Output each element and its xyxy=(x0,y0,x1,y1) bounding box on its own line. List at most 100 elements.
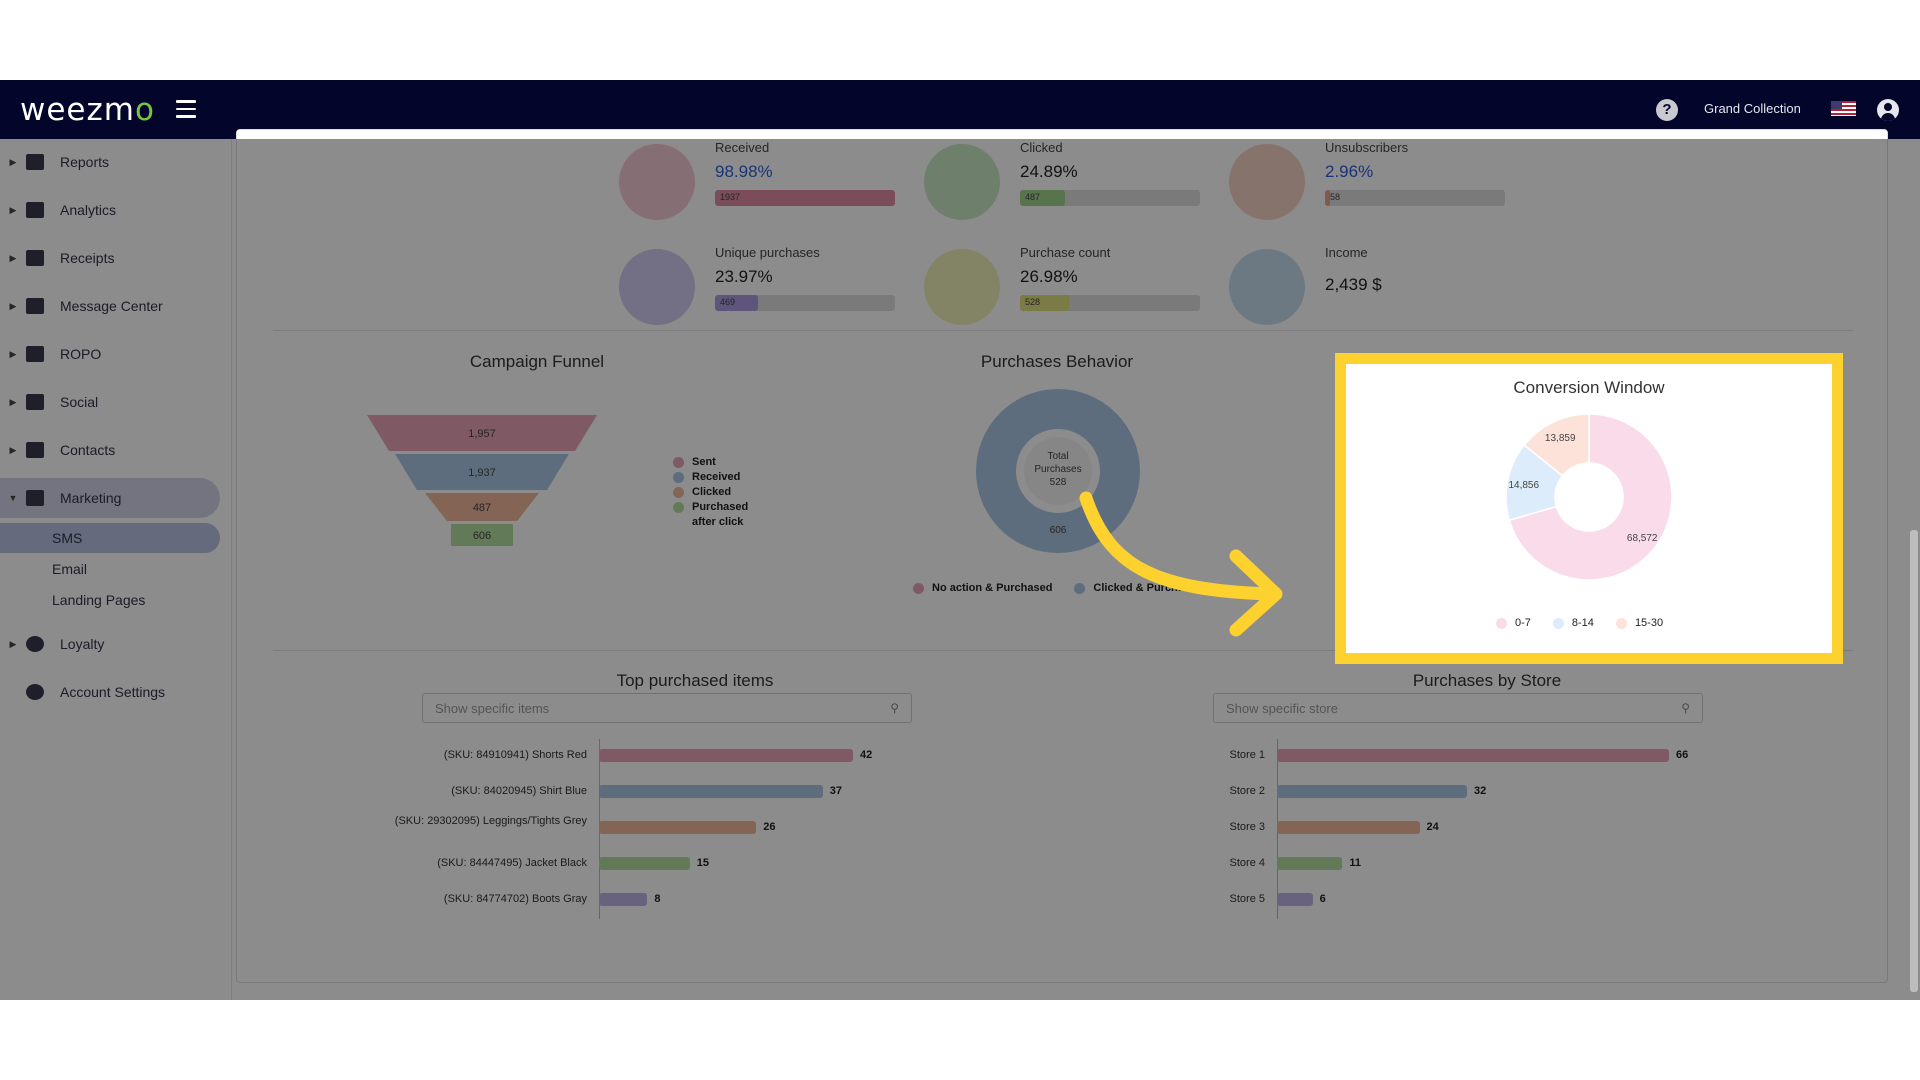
sidebar-item-marketing[interactable]: ▼ Marketing xyxy=(0,478,220,518)
sidebar-item-loyalty[interactable]: ▶ Loyalty xyxy=(0,624,220,664)
weezmo-logo[interactable]: weezmo xyxy=(20,92,155,128)
sidebar-item-analytics[interactable]: ▶ Analytics xyxy=(0,190,220,230)
hand-click-icon xyxy=(924,144,1000,220)
user-avatar-icon[interactable] xyxy=(1877,99,1899,121)
sidebar-subitem-landing-pages[interactable]: Landing Pages xyxy=(0,585,220,615)
bar[interactable] xyxy=(599,749,853,762)
legend-label: Purchased after click xyxy=(692,501,749,528)
us-flag-icon[interactable] xyxy=(1831,101,1856,116)
bar-value-label: 8 xyxy=(654,893,661,905)
bar-category-label: (SKU: 84774702) Boots Gray xyxy=(443,893,587,905)
caret-right-icon: ▶ xyxy=(9,638,17,649)
behavior-center-text: Total xyxy=(1047,451,1068,462)
bar[interactable] xyxy=(599,893,648,906)
legend-label: Received xyxy=(692,471,741,483)
items-search-input[interactable]: Show specific items ⚲ xyxy=(422,693,912,723)
people-icon xyxy=(26,394,44,410)
help-icon[interactable]: ? xyxy=(1656,99,1678,121)
infinity-icon xyxy=(26,346,44,362)
bar-category-label: (SKU: 29302095) Leggings/Tights Grey xyxy=(394,815,587,827)
caret-right-icon[interactable]: ▶ xyxy=(0,397,26,408)
search-icon[interactable]: ⚲ xyxy=(890,701,899,715)
megaphone-icon xyxy=(26,490,44,506)
store-title: Purchases by Store xyxy=(1412,671,1562,690)
analytics-icon xyxy=(26,202,44,218)
bar-category-label: Store 5 xyxy=(1229,893,1265,905)
sidebar-item-ropo[interactable]: ▶ ROPO xyxy=(0,334,220,374)
funnel-legend-item: Sent xyxy=(673,455,793,470)
conversion-legend-item[interactable]: 15-30 xyxy=(1615,617,1664,629)
kpi-progress-bar: 1937 xyxy=(715,190,895,206)
legend-dot xyxy=(913,582,924,594)
caret-right-icon[interactable]: ▶ xyxy=(0,253,26,264)
legend-label: No action & Purchased xyxy=(932,582,1053,594)
conversion-legend-item[interactable]: 0-7 xyxy=(1496,617,1531,629)
caret-down-icon[interactable]: ▼ xyxy=(0,493,26,503)
sidebar-item-label: Message Center xyxy=(60,298,163,314)
bar-category-label: (SKU: 84910941) Shorts Red xyxy=(443,749,587,761)
legend-dot xyxy=(673,502,684,513)
funnel-step-label: 487 xyxy=(473,502,491,514)
kpi-label: Income xyxy=(1325,245,1368,260)
bar-category-label: Store 4 xyxy=(1229,857,1265,869)
sidebar-item-message-center[interactable]: ▶ Message Center xyxy=(0,286,220,326)
behavior-value-label: 606 xyxy=(1050,525,1067,536)
menu-icon[interactable] xyxy=(176,100,196,118)
tag-icon xyxy=(26,636,44,652)
bar[interactable] xyxy=(1277,893,1313,906)
kpi-bar-value: 469 xyxy=(720,297,736,307)
sidebar-subitem-email[interactable]: Email xyxy=(0,554,220,584)
bar[interactable] xyxy=(599,821,757,834)
caret-right-icon[interactable]: ▶ xyxy=(0,301,26,312)
kpi-unique-purchases: Unique purchases 23.97% 469 xyxy=(619,245,919,335)
bar-value-label: 37 xyxy=(829,785,842,797)
kpi-progress-bar: 528 xyxy=(1020,295,1200,311)
legend-label: 0-7 xyxy=(1515,617,1531,629)
legend-dot xyxy=(1615,617,1627,629)
kpi-label: Purchase count xyxy=(1020,245,1111,260)
account-name[interactable]: Grand Collection xyxy=(1704,101,1801,116)
bar[interactable] xyxy=(599,785,823,798)
bar[interactable] xyxy=(1277,749,1669,762)
bar-category-label: Store 3 xyxy=(1229,821,1265,833)
sidebar-item-account-settings[interactable]: Account Settings xyxy=(0,672,220,712)
divider xyxy=(273,330,1853,331)
legend-label: Sent xyxy=(692,456,716,468)
sidebar-item-reports[interactable]: ▶ Reports xyxy=(0,142,220,182)
kpi-bar-value: 528 xyxy=(1025,297,1041,307)
bar-value-label: 6 xyxy=(1319,893,1326,905)
conversion-window-donut: 68,572 14,856 13,859 xyxy=(1506,414,1672,580)
conversion-window-title: Conversion Window xyxy=(1513,378,1665,397)
kpi-value: 26.98% xyxy=(1020,267,1078,286)
conversion-legend-item[interactable]: 8-14 xyxy=(1552,617,1594,629)
bar[interactable] xyxy=(1277,785,1468,798)
bar-category-label: (SKU: 84447495) Jacket Black xyxy=(437,857,587,869)
funnel-step-label: 606 xyxy=(473,530,491,542)
money-bag-icon xyxy=(1229,249,1305,325)
search-icon[interactable]: ⚲ xyxy=(1681,701,1690,715)
sidebar-subitem-sms[interactable]: SMS xyxy=(0,523,220,553)
bar[interactable] xyxy=(1277,821,1420,834)
caret-right-icon[interactable]: ▶ xyxy=(0,445,26,456)
sidebar-item-receipts[interactable]: ▶ Receipts xyxy=(0,238,220,278)
caret-right-icon[interactable]: ▶ xyxy=(0,349,26,360)
caret-right-icon[interactable]: ▶ xyxy=(0,157,26,168)
legend-dot xyxy=(1552,617,1564,629)
sidebar-item-label: Analytics xyxy=(60,202,117,218)
sidebar-item-label: Account Settings xyxy=(60,684,166,700)
bar-value-label: 24 xyxy=(1426,821,1439,833)
kpi-label: Clicked xyxy=(1020,140,1063,155)
bar[interactable] xyxy=(1277,857,1343,870)
kpi-purchase-count: Purchase count 26.98% 528 xyxy=(924,245,1224,335)
store-search-input[interactable]: Show specific store ⚲ xyxy=(1213,693,1703,723)
bar-value-label: 26 xyxy=(763,821,776,833)
legend-dot xyxy=(673,472,684,483)
sidebar-item-contacts[interactable]: ▶ Contacts xyxy=(0,430,220,470)
scrollbar-thumb[interactable] xyxy=(1910,530,1918,992)
user-remove-icon xyxy=(1229,144,1305,220)
caret-right-icon[interactable]: ▶ xyxy=(0,205,26,216)
bar[interactable] xyxy=(599,857,690,870)
sidebar-item-social[interactable]: ▶ Social xyxy=(0,382,220,422)
kpi-progress-bar: 469 xyxy=(715,295,895,311)
legend-label: 15-30 xyxy=(1634,617,1664,629)
